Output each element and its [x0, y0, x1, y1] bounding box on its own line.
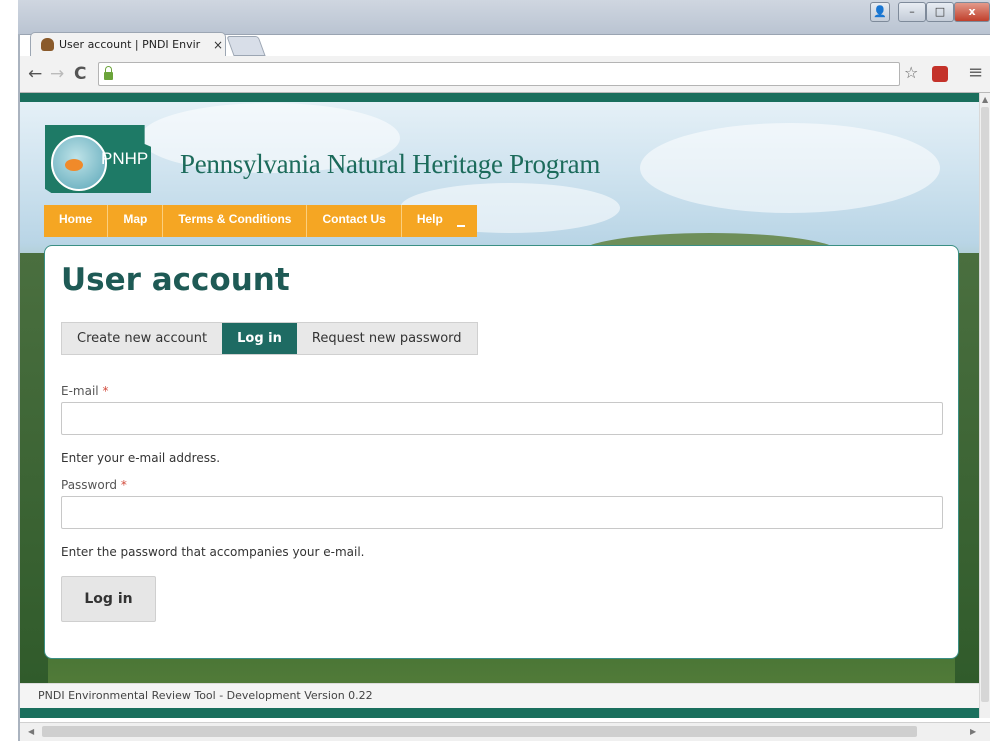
email-description: Enter your e-mail address.: [61, 451, 221, 465]
scroll-right-icon[interactable]: ▶: [970, 727, 976, 736]
content-panel: User account Create new account Log in R…: [44, 245, 959, 659]
password-field[interactable]: [61, 496, 943, 529]
site-logo[interactable]: PNHP: [45, 125, 155, 195]
background-cloud: [640, 123, 940, 213]
nav-item-contact[interactable]: Contact Us: [307, 205, 402, 237]
back-arrow-icon[interactable]: ←: [28, 64, 42, 84]
tab-create-account[interactable]: Create new account: [62, 323, 223, 354]
dropdown-caret-icon: [456, 225, 465, 227]
minimize-button[interactable]: –: [898, 2, 926, 22]
nav-item-home[interactable]: Home: [44, 205, 109, 237]
email-field[interactable]: [61, 402, 943, 435]
close-window-button[interactable]: x: [954, 2, 990, 22]
browser-titlebar: [18, 0, 990, 35]
lock-icon: [104, 66, 113, 80]
forward-arrow-icon[interactable]: →: [50, 64, 64, 84]
password-description: Enter the password that accompanies your…: [61, 545, 365, 559]
bookmark-star-icon[interactable]: ☆: [904, 63, 918, 82]
extension-icon[interactable]: [932, 66, 948, 82]
nav-item-help-label: Help: [416, 212, 443, 226]
required-marker: *: [102, 384, 109, 398]
site-footer: PNDI Environmental Review Tool - Develop…: [20, 683, 979, 708]
logo-text: PNHP: [101, 149, 149, 168]
user-profile-icon[interactable]: 👤: [870, 2, 890, 22]
browser-menu-icon[interactable]: ≡: [968, 62, 983, 83]
log-in-button[interactable]: Log in: [61, 576, 156, 622]
reload-icon[interactable]: C: [74, 64, 86, 84]
nav-item-help[interactable]: Help: [402, 205, 477, 237]
browser-tab[interactable]: User account | PNDI Envir ×: [30, 32, 226, 56]
horizontal-scroll-thumb[interactable]: [42, 726, 917, 737]
site-favicon-icon: [41, 38, 54, 51]
email-label-text: E-mail: [61, 384, 99, 398]
vertical-scroll-thumb[interactable]: [981, 107, 989, 702]
tab-close-icon[interactable]: ×: [213, 38, 223, 52]
password-label: Password *: [61, 478, 127, 492]
nav-item-map[interactable]: Map: [108, 205, 164, 237]
required-marker: *: [120, 478, 127, 492]
email-label: E-mail *: [61, 384, 108, 398]
new-tab-button[interactable]: [226, 36, 266, 56]
vertical-scrollbar[interactable]: ▲: [979, 93, 990, 718]
header-accent-bar: [20, 93, 979, 102]
horizontal-scrollbar[interactable]: ◀ ▶: [20, 722, 990, 741]
flower-icon: [65, 159, 83, 171]
tab-title: User account | PNDI Envir: [59, 38, 201, 51]
site-name[interactable]: Pennsylvania Natural Heritage Program: [180, 149, 600, 180]
main-navigation: Home Map Terms & Conditions Contact Us H…: [44, 205, 477, 237]
nav-item-terms[interactable]: Terms & Conditions: [163, 205, 308, 237]
page-title: User account: [61, 262, 290, 298]
footer-accent-bar: [20, 708, 979, 718]
scroll-left-icon[interactable]: ◀: [28, 727, 34, 736]
scroll-up-icon[interactable]: ▲: [982, 95, 988, 104]
account-tabs: Create new account Log in Request new pa…: [61, 322, 478, 355]
maximize-button[interactable]: □: [926, 2, 954, 22]
tab-request-password[interactable]: Request new password: [296, 323, 477, 354]
page-viewport: PNHP Pennsylvania Natural Heritage Progr…: [20, 93, 979, 708]
browser-toolbar: ← → C ☆ ≡: [20, 56, 990, 93]
tab-log-in[interactable]: Log in: [222, 323, 297, 354]
address-bar[interactable]: [98, 62, 900, 86]
password-label-text: Password: [61, 478, 118, 492]
